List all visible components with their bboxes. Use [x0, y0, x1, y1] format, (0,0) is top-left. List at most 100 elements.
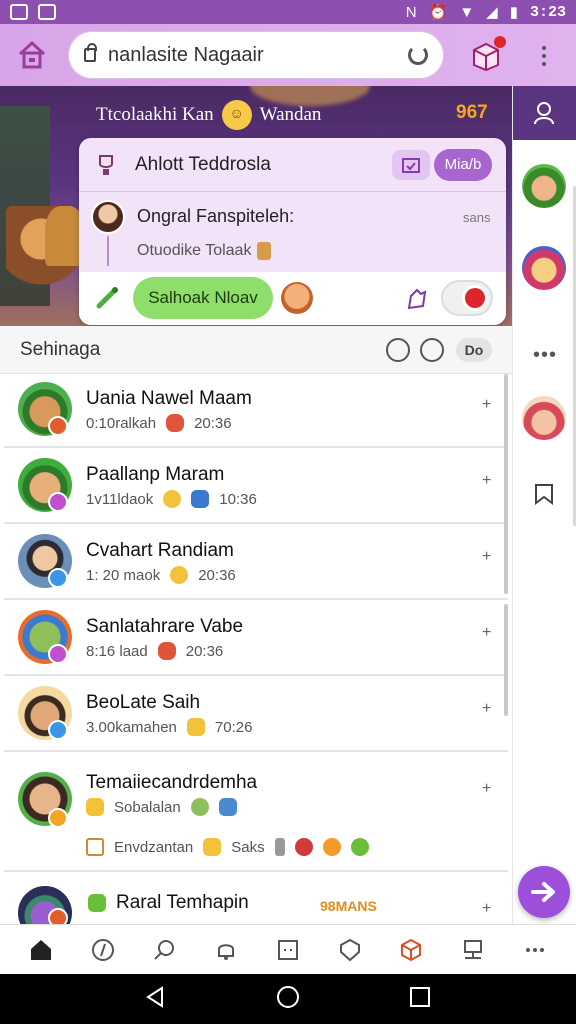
chat-preview: 0:10ralkah 20:36: [86, 414, 232, 432]
contact-name: BeoLate Saih: [86, 692, 201, 713]
message-preview: Otuodike Tolaak: [137, 242, 272, 260]
battery-icon: ▮: [509, 4, 518, 21]
alarm-icon: ⏰: [428, 4, 448, 21]
banner-title-right: Wandan: [259, 104, 322, 125]
banner-score: 967: [456, 102, 488, 123]
chat-list: Uania Nawel Maam 0:10ralkah 20:36 + Paal…: [4, 374, 508, 940]
dot-icon: [542, 46, 546, 50]
status-bar: N ⏰ ▼ ◢ ▮ 3:23: [0, 0, 576, 24]
chat-meta: 20:36: [198, 566, 236, 584]
chat-row[interactable]: Uania Nawel Maam 0:10ralkah 20:36 +: [4, 374, 508, 448]
chat-meta: 20:36: [194, 414, 232, 432]
status-time: 3:23: [529, 3, 566, 21]
rail-header[interactable]: [513, 86, 576, 140]
wifi-icon: ▼: [459, 3, 475, 21]
popup-header: Ahlott Teddrosla Mia/b: [79, 138, 506, 192]
more-tab-icon[interactable]: [523, 938, 547, 962]
rail-avatar[interactable]: [522, 164, 566, 208]
browser-toolbar: nanlasite Nagaair: [0, 24, 576, 86]
home-button[interactable]: [14, 37, 50, 73]
history-icon[interactable]: [386, 337, 410, 362]
chat-row[interactable]: Raral Temhapin 98MANS +: [4, 878, 508, 940]
hand-emoji-icon: [203, 838, 222, 856]
home-circle-icon[interactable]: [276, 985, 300, 1014]
list-scrollbar[interactable]: [504, 374, 508, 594]
contact-name: Sanlatahrare Vabe: [86, 616, 244, 637]
hand-icon[interactable]: [405, 286, 429, 312]
add-icon[interactable]: +: [482, 780, 491, 798]
chat-row[interactable]: BeoLate Saih 3.00kamahen 70:26 +: [4, 678, 508, 752]
add-icon[interactable]: +: [482, 396, 491, 414]
chat-meta: 20:36: [185, 642, 224, 660]
chat-row[interactable]: Temaiiecandrdemha Sobalalan Envdzantan S…: [4, 758, 508, 872]
dot-icon: [542, 62, 546, 66]
character-face-icon[interactable]: [281, 282, 313, 314]
system-navigation: [0, 974, 576, 1024]
feather-icon: [157, 642, 176, 660]
reaction-button[interactable]: [441, 280, 493, 316]
home-tab-icon[interactable]: [29, 938, 53, 962]
add-icon[interactable]: +: [482, 900, 491, 918]
recents-icon[interactable]: [408, 985, 432, 1014]
banner-title-left: Ttcolaakhi Kan: [96, 104, 214, 125]
preview-text: 8:16 laad: [86, 642, 148, 660]
chat-meta: 10:36: [219, 490, 257, 508]
bookmark-icon[interactable]: [533, 482, 555, 506]
calendar-button[interactable]: [392, 149, 430, 180]
contact-name: Uania Nawel Maam: [86, 388, 252, 409]
feather-icon: [166, 414, 185, 432]
search-tab-icon[interactable]: [152, 938, 176, 962]
chili-icon[interactable]: [93, 284, 121, 312]
more-icon[interactable]: •••: [533, 344, 557, 367]
chat-row[interactable]: Sanlatahrare Vabe 8:16 laad 20:36 +: [4, 602, 508, 676]
chat-row[interactable]: Cvahart Randiam 1: 20 maok 20:36 +: [4, 526, 508, 600]
compose-fab[interactable]: [518, 866, 570, 918]
preview-text: Envdzantan: [114, 838, 194, 856]
back-icon[interactable]: [144, 985, 168, 1014]
profile-tab-icon[interactable]: [461, 938, 485, 962]
status-badge: [48, 808, 68, 828]
status-badge: [48, 568, 68, 588]
bell-tab-icon[interactable]: [214, 938, 238, 962]
cup-icon: [274, 838, 285, 856]
rail-avatar[interactable]: [522, 246, 566, 290]
creature-icon: [218, 798, 237, 816]
sender-avatar[interactable]: [91, 200, 125, 234]
notification-popup[interactable]: Ahlott Teddrosla Mia/b Ongral Fanspitele…: [79, 138, 506, 325]
arrow-right-icon: [531, 882, 555, 902]
dot-icon: [542, 54, 546, 58]
calendar-icon: [402, 157, 420, 173]
extensions-button[interactable]: [470, 36, 506, 72]
shield-tab-icon[interactable]: [338, 938, 362, 962]
add-icon[interactable]: +: [482, 472, 491, 490]
add-icon[interactable]: +: [482, 548, 491, 566]
emoji-icon[interactable]: [420, 337, 444, 362]
message-time: sans: [463, 210, 491, 225]
popup-actions: Salhoak Nloav: [79, 272, 506, 325]
overflow-menu-button[interactable]: [536, 42, 552, 70]
preview-text: 3.00kamahen: [86, 718, 177, 736]
home-icon: [18, 40, 46, 69]
chat-row[interactable]: Paallanp Maram 1v11ldaok 10:36 +: [4, 450, 508, 524]
nfc-icon: N: [405, 3, 417, 21]
compass-tab-icon[interactable]: [91, 938, 115, 962]
address-bar[interactable]: nanlasite Nagaair: [68, 31, 444, 79]
right-rail: •••: [512, 86, 576, 924]
box-tab-icon[interactable]: [399, 938, 423, 962]
reload-icon[interactable]: [408, 45, 428, 65]
reply-button[interactable]: Salhoak Nloav: [133, 277, 273, 319]
leaf-icon: [88, 894, 106, 912]
add-icon[interactable]: +: [482, 624, 491, 642]
rail-avatar[interactable]: [522, 396, 566, 440]
list-scrollbar[interactable]: [504, 604, 508, 716]
chat-preview-line2: Envdzantan Saks: [86, 838, 369, 856]
add-icon[interactable]: +: [482, 700, 491, 718]
signal-icon: ◢: [486, 4, 498, 21]
grid-tab-icon[interactable]: [276, 938, 300, 962]
notification-badge: [494, 36, 506, 48]
chat-tag: 98MANS: [320, 898, 377, 914]
sort-dropdown[interactable]: Do: [456, 337, 492, 362]
popup-pill-button[interactable]: Mia/b: [434, 148, 492, 181]
list-header: Sehinaga Do: [0, 326, 512, 374]
emoji-face-icon: [170, 566, 189, 584]
